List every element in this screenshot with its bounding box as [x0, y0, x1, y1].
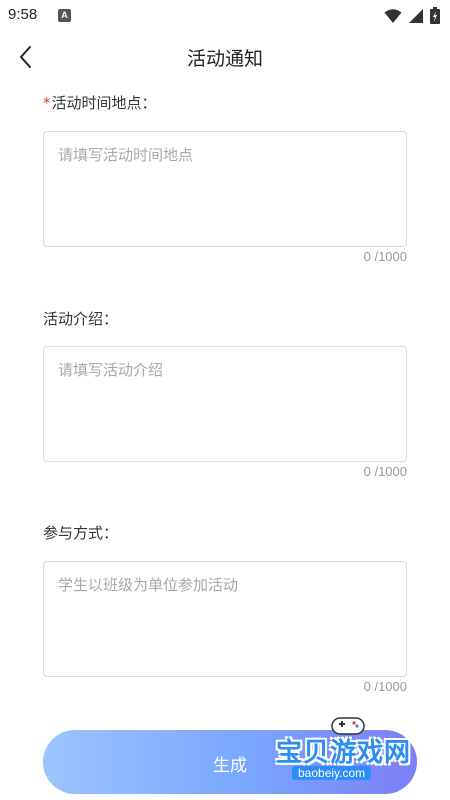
time-location-counter: 0 /1000 — [363, 249, 407, 264]
status-icons — [384, 7, 440, 24]
participation-textarea[interactable]: 学生以班级为单位参加活动 — [43, 561, 407, 677]
page-title: 活动通知 — [186, 48, 263, 70]
notification-badge-icon: A — [58, 9, 71, 22]
field-label-text: 活动介绍： — [43, 310, 119, 328]
battery-icon — [430, 7, 440, 24]
status-time: 9:58 — [8, 6, 38, 23]
introduction-textarea[interactable]: 请填写活动介绍 — [43, 346, 407, 462]
time-location-placeholder: 请填写活动时间地点 — [58, 146, 194, 164]
nav-bar: 活动通知 — [0, 32, 450, 82]
introduction-placeholder: 请填写活动介绍 — [58, 361, 164, 379]
field-label-text: 活动时间地点： — [51, 94, 157, 112]
participation-counter: 0 /1000 — [363, 679, 407, 694]
status-bar: 9:58 A — [0, 0, 450, 32]
field-label-text: 参与方式： — [43, 524, 119, 542]
required-mark: * — [43, 94, 51, 112]
time-location-textarea[interactable]: 请填写活动时间地点 — [43, 131, 407, 247]
generate-button-label: 生成 — [213, 756, 247, 776]
participation-placeholder: 学生以班级为单位参加活动 — [58, 576, 239, 594]
generate-button[interactable]: 生成 — [43, 730, 417, 794]
field-label-participation: 参与方式： — [43, 522, 118, 543]
cell-signal-icon — [409, 8, 423, 23]
wifi-icon — [384, 8, 402, 23]
field-label-time-location: *活动时间地点： — [43, 92, 157, 113]
introduction-counter: 0 /1000 — [363, 464, 407, 479]
field-label-introduction: 活动介绍： — [43, 308, 118, 329]
